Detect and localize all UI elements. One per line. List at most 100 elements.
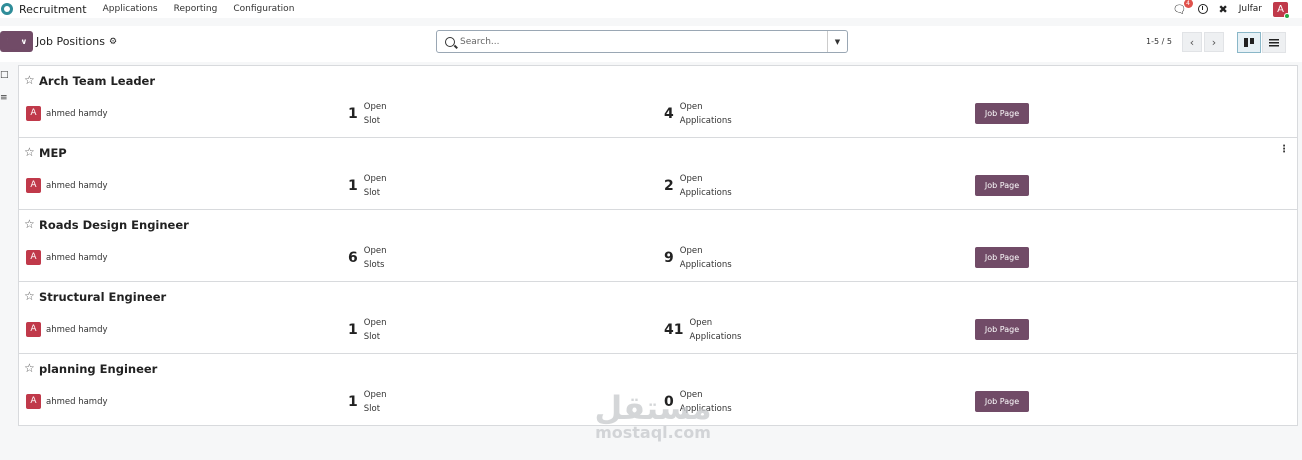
job-title[interactable]: MEP xyxy=(39,146,67,160)
slot-label: Slot xyxy=(363,332,381,342)
app-name[interactable]: Recruitment xyxy=(19,3,87,16)
list-icon xyxy=(1269,38,1279,47)
responsible-avatar: A xyxy=(26,250,41,265)
open-slots-stat[interactable]: 1 Open Slot xyxy=(348,388,386,416)
open-applications-stat[interactable]: 4 Open Applications xyxy=(664,100,732,128)
star-outline-icon[interactable]: ☆ xyxy=(24,73,35,87)
slot-label: Slot xyxy=(363,116,381,126)
job-card-roads-design-engineer[interactable]: ☆ Roads Design Engineer A ahmed hamdy 6 … xyxy=(18,209,1298,281)
open-applications-stat[interactable]: 9 Open Applications xyxy=(664,244,732,272)
job-page-button[interactable]: Job Page xyxy=(975,319,1029,340)
job-card-structural-engineer[interactable]: ☆ Structural Engineer A ahmed hamdy 1 Op… xyxy=(18,281,1298,353)
gear-icon[interactable]: ⚙ xyxy=(109,37,117,47)
chevron-left-icon: ‹ xyxy=(1189,35,1195,49)
search-icon xyxy=(445,36,455,47)
job-page-button[interactable]: Job Page xyxy=(975,391,1029,412)
job-card-arch-team-leader[interactable]: ☆ Arch Team Leader A ahmed hamdy 1 Open S… xyxy=(18,65,1298,137)
menu-applications[interactable]: Applications xyxy=(103,4,158,14)
applications-count: 41 xyxy=(664,322,684,338)
open-slots-label: Open xyxy=(363,174,387,184)
page-title: Job Positions xyxy=(36,35,106,48)
responsible-name: ahmed hamdy xyxy=(46,253,108,263)
responsible-name: ahmed hamdy xyxy=(46,325,108,335)
applications-label-open: Open xyxy=(689,318,713,328)
applications-count: 4 xyxy=(664,106,674,122)
watermark-arabic: مستقل xyxy=(594,389,712,427)
applications-count: 2 xyxy=(664,178,674,194)
applications-label: Applications xyxy=(679,260,732,270)
applications-label: Applications xyxy=(679,116,732,126)
search-options-toggle[interactable]: ▼ xyxy=(827,31,847,52)
responsible-avatar: A xyxy=(26,106,41,121)
open-slots-stat[interactable]: 1 Open Slot xyxy=(348,100,386,128)
star-outline-icon[interactable]: ☆ xyxy=(24,361,35,375)
open-slots-stat[interactable]: 1 Open Slot xyxy=(348,316,386,344)
slot-label: Slots xyxy=(363,260,385,270)
open-slots-label: Open xyxy=(363,102,387,112)
navbar-systray: 🗨︎ 4 ✖ Julfar A xyxy=(1173,0,1290,19)
drop-marker-icon xyxy=(7,31,22,50)
applications-label-open: Open xyxy=(679,174,703,184)
chat-icon[interactable]: 🗨︎ 4 xyxy=(1173,0,1193,16)
responsible-name: ahmed hamdy xyxy=(46,397,108,407)
job-title[interactable]: planning Engineer xyxy=(39,362,157,376)
open-slots-stat[interactable]: 1 Open Slot xyxy=(348,172,386,200)
list-view-button[interactable] xyxy=(1262,32,1286,53)
search-bar: ▼ xyxy=(436,30,848,53)
job-title[interactable]: Structural Engineer xyxy=(39,290,166,304)
job-page-button[interactable]: Job Page xyxy=(975,247,1029,268)
top-navbar: Recruitment Applications Reporting Confi… xyxy=(0,0,1302,19)
control-panel: New Job Positions ⚙ ▼ 1-5 / 5 ‹ › xyxy=(0,26,1302,62)
open-slots-count: 1 xyxy=(348,322,358,338)
kanban-view-button[interactable] xyxy=(1237,32,1261,53)
menu-configuration[interactable]: Configuration xyxy=(233,4,294,14)
open-slots-label: Open xyxy=(363,390,387,400)
slot-label: Slot xyxy=(363,188,381,198)
pager-next-button[interactable]: › xyxy=(1204,32,1224,52)
breadcrumb: Job Positions ⚙ xyxy=(36,35,117,48)
applications-label-open: Open xyxy=(679,246,703,256)
open-applications-stat[interactable]: 2 Open Applications xyxy=(664,172,732,200)
clock-icon[interactable] xyxy=(1197,4,1208,14)
job-card-mep[interactable]: ☆ MEP ⋮ A ahmed hamdy 1 Open Slot 2 Open A… xyxy=(18,137,1298,209)
star-outline-icon[interactable]: ☆ xyxy=(24,217,35,231)
responsible-name: ahmed hamdy xyxy=(46,181,108,191)
open-slots-count: 1 xyxy=(348,178,358,194)
applications-label-open: Open xyxy=(679,102,703,112)
side-checkbox-icon[interactable]: □ xyxy=(0,70,9,80)
menu-reporting[interactable]: Reporting xyxy=(174,4,218,14)
watermark-latin: mostaql.com xyxy=(595,423,711,442)
job-title[interactable]: Arch Team Leader xyxy=(39,74,155,88)
search-input[interactable] xyxy=(460,32,827,51)
open-slots-count: 1 xyxy=(348,106,358,122)
open-applications-stat[interactable]: 41 Open Applications xyxy=(664,316,741,344)
user-avatar[interactable]: A xyxy=(1273,1,1290,19)
online-status-dot xyxy=(1284,12,1290,19)
slot-label: Slot xyxy=(363,404,381,414)
pager-previous-button[interactable]: ‹ xyxy=(1182,32,1202,52)
open-slots-count: 6 xyxy=(348,250,358,266)
recruitment-app-logo-icon[interactable] xyxy=(1,3,13,15)
company-switcher[interactable]: Julfar xyxy=(1239,4,1262,14)
tools-icon[interactable]: ✖ xyxy=(1219,3,1228,16)
responsible-avatar: A xyxy=(26,322,41,337)
open-slots-count: 1 xyxy=(348,394,358,410)
applications-count: 9 xyxy=(664,250,674,266)
applications-label: Applications xyxy=(679,188,732,198)
pager-value[interactable]: 1-5 / 5 xyxy=(1146,37,1172,46)
job-page-button[interactable]: Job Page xyxy=(975,103,1029,124)
kanban-icon xyxy=(1244,38,1254,47)
open-slots-label: Open xyxy=(363,246,387,256)
job-page-button[interactable]: Job Page xyxy=(975,175,1029,196)
kebab-menu-icon[interactable]: ⋮ xyxy=(1279,144,1289,155)
job-title[interactable]: Roads Design Engineer xyxy=(39,218,189,232)
star-outline-icon[interactable]: ☆ xyxy=(24,145,35,159)
responsible-avatar: A xyxy=(26,394,41,409)
side-filter-icon[interactable]: ≡ xyxy=(0,93,8,103)
chevron-right-icon: › xyxy=(1211,35,1217,49)
job-positions-kanban: ☆ Arch Team Leader A ahmed hamdy 1 Open S… xyxy=(18,65,1298,426)
responsible-avatar: A xyxy=(26,178,41,193)
open-slots-label: Open xyxy=(363,318,387,328)
open-slots-stat[interactable]: 6 Open Slots xyxy=(348,244,386,272)
star-outline-icon[interactable]: ☆ xyxy=(24,289,35,303)
